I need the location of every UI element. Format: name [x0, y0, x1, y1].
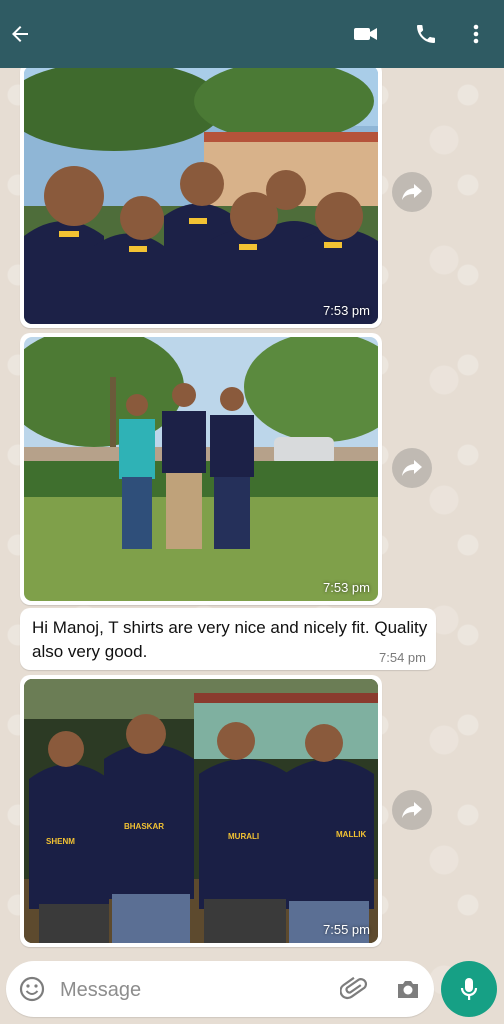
photo[interactable]: SHENM BHASKAR MURALI MALLIK: [24, 679, 378, 943]
forward-icon: [402, 460, 422, 476]
menu-button[interactable]: [456, 14, 496, 54]
more-vertical-icon: [473, 24, 479, 44]
mic-button[interactable]: [441, 961, 497, 1017]
attach-button[interactable]: [339, 975, 368, 1003]
emoji-icon: [19, 976, 45, 1002]
chat-header: [0, 0, 504, 68]
message-text: Hi Manoj, T shirts are very nice and nic…: [32, 618, 428, 661]
message-composer: [6, 961, 434, 1017]
image-message[interactable]: 7:53 pm: [20, 333, 382, 605]
forward-button[interactable]: [392, 172, 432, 212]
paperclip-icon: [339, 976, 368, 1000]
image-message[interactable]: SHENM BHASKAR MURALI MALLIK 7:55 pm: [20, 675, 382, 947]
shirt-name: SHENM: [46, 837, 75, 846]
video-call-icon: [354, 28, 377, 40]
camera-icon: [398, 981, 418, 998]
shirt-name: MALLIK: [336, 830, 366, 839]
mic-icon: [460, 978, 478, 1000]
forward-button[interactable]: [392, 448, 432, 488]
message-time: 7:55 pm: [323, 922, 370, 937]
arrow-left-icon: [12, 26, 28, 42]
camera-button[interactable]: [394, 975, 422, 1003]
phone-icon: [417, 25, 435, 43]
shirt-name: MURALI: [228, 832, 259, 841]
shirt-name: BHASKAR: [124, 822, 164, 831]
group-back-photo-image: SHENM BHASKAR MURALI MALLIK: [24, 679, 378, 943]
photo[interactable]: [24, 66, 378, 324]
video-call-button[interactable]: [346, 14, 386, 54]
voice-call-button[interactable]: [406, 14, 446, 54]
group-photo-image: [24, 66, 378, 324]
forward-button[interactable]: [392, 790, 432, 830]
forward-icon: [402, 802, 422, 818]
message-time: 7:53 pm: [323, 303, 370, 318]
back-button[interactable]: [0, 14, 40, 54]
photo[interactable]: [24, 337, 378, 601]
image-message[interactable]: 7:53 pm: [20, 62, 382, 328]
emoji-button[interactable]: [18, 975, 46, 1003]
message-time: 7:53 pm: [323, 580, 370, 595]
forward-icon: [402, 184, 422, 200]
lawn-photo-image: [24, 337, 378, 601]
message-time: 7:54 pm: [379, 650, 426, 665]
message-input[interactable]: [58, 973, 332, 1007]
text-message[interactable]: Hi Manoj, T shirts are very nice and nic…: [20, 608, 436, 670]
